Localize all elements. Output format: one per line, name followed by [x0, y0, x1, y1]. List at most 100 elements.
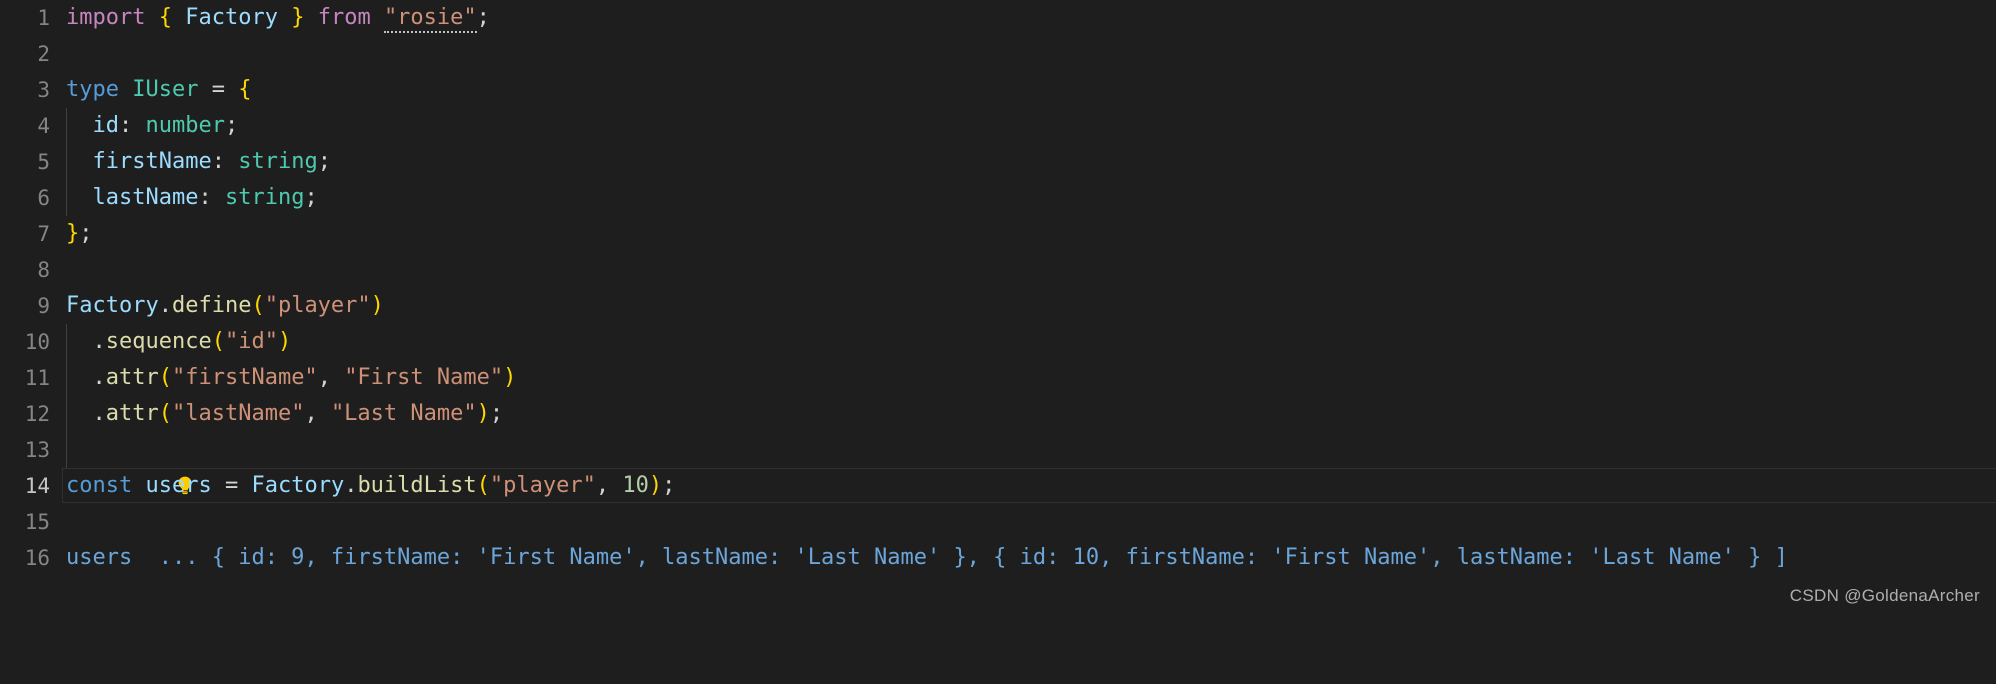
token-from-keyword: from [317, 5, 371, 30]
token-semicolon: ; [304, 185, 318, 210]
token-string-id: "id" [224, 329, 278, 354]
code-line[interactable]: 7 }; [0, 216, 1996, 252]
code-line[interactable]: 4 id: number; [0, 108, 1996, 144]
code-editor[interactable]: 1 import { Factory } from "rosie"; 2 3 t… [0, 0, 1996, 614]
token-factory-object: Factory [66, 293, 159, 318]
token-var-users: users [145, 473, 212, 498]
line-content: .attr("firstName", "First Name") [66, 360, 1996, 396]
line-number: 3 [37, 78, 50, 102]
code-line[interactable]: 13 [0, 432, 1996, 495]
code-line[interactable]: 2 [0, 36, 1996, 72]
token-colon: : [119, 113, 133, 138]
line-number: 14 [24, 474, 50, 498]
code-line[interactable]: 11 .attr("firstName", "First Name") [0, 360, 1996, 396]
token-import-keyword: import [66, 5, 146, 30]
token-paren-open: ( [251, 293, 265, 318]
token-factory-object: Factory [251, 473, 345, 498]
token-dot: . [92, 329, 106, 354]
line-number: 2 [37, 42, 50, 66]
token-dot: . [344, 473, 358, 498]
token-paren-close: ) [648, 473, 663, 498]
token-method-attr: attr [105, 401, 159, 426]
token-semicolon: ; [224, 113, 239, 138]
code-line[interactable]: 9 Factory.define("player") [0, 288, 1996, 324]
token-const-keyword: const [66, 473, 133, 498]
token-module-string: "rosie" [383, 5, 477, 33]
line-number: 9 [37, 294, 50, 318]
indent-guide [66, 432, 67, 468]
code-line[interactable]: 1 import { Factory } from "rosie"; [0, 0, 1996, 36]
line-content: lastName: string; [66, 180, 1996, 216]
token-brace-open: { [158, 5, 172, 30]
line-number: 8 [37, 258, 50, 282]
code-line[interactable]: 12 .attr("lastName", "Last Name"); [0, 396, 1996, 432]
token-equals: = [211, 77, 225, 102]
token-equals: = [224, 473, 239, 498]
line-content: .attr("lastName", "Last Name"); [66, 396, 1996, 432]
token-dot: . [92, 365, 106, 390]
token-semicolon: ; [662, 473, 676, 498]
token-comma: , [317, 365, 331, 390]
code-line-active[interactable]: 14 const users = Factory.buildList("play… [0, 468, 1996, 504]
token-property-id: id [92, 113, 120, 138]
token-colon: : [198, 185, 212, 210]
token-semicolon: ; [489, 401, 504, 426]
line-number: 15 [24, 510, 50, 534]
token-paren-open: ( [476, 473, 490, 498]
token-comma: , [304, 401, 318, 426]
token-paren-close: ) [370, 293, 384, 318]
token-method-sequence: sequence [105, 329, 212, 354]
line-number: 16 [24, 546, 50, 570]
token-dot: . [92, 401, 106, 426]
token-method-attr: attr [105, 365, 159, 390]
token-property-lastname: lastName [92, 185, 199, 210]
token-brace-open: { [238, 77, 252, 102]
line-number: 13 [24, 438, 50, 462]
token-method-define: define [171, 293, 252, 318]
inline-value-hint: ... { id: 9, firstName: 'First Name', la… [158, 545, 1788, 570]
line-content: Factory.define("player") [66, 288, 1996, 324]
token-string-player: "player" [264, 293, 371, 318]
token-semicolon: ; [79, 221, 93, 246]
line-number: 7 [37, 222, 50, 246]
token-semicolon: ; [476, 5, 490, 30]
token-property-firstname: firstName [92, 149, 212, 174]
code-line[interactable]: 10 .sequence("id") [0, 324, 1996, 360]
line-content: users ... { id: 9, firstName: 'First Nam… [66, 540, 1996, 576]
line-number: 1 [37, 6, 50, 30]
editor-content[interactable]: 1 import { Factory } from "rosie"; 2 3 t… [0, 0, 1996, 576]
line-number: 12 [24, 402, 50, 426]
token-string-last-name-value: "Last Name" [330, 401, 477, 426]
token-paren-open: ( [211, 329, 225, 354]
token-method-buildlist: buildList [357, 473, 477, 498]
code-line[interactable]: 5 firstName: string; [0, 144, 1996, 180]
token-paren-close: ) [503, 365, 517, 390]
token-type-string: string [238, 149, 318, 174]
lightbulb-quickfix-icon[interactable] [68, 438, 192, 495]
token-paren-close: ) [476, 401, 490, 426]
line-content: type IUser = { [66, 72, 1996, 108]
code-line[interactable]: 15 [0, 504, 1996, 540]
code-line[interactable]: 16 users ... { id: 9, firstName: 'First … [0, 540, 1996, 576]
line-number: 4 [37, 114, 50, 138]
token-paren-open: ( [158, 365, 172, 390]
token-string-lastname-key: "lastName" [171, 401, 305, 426]
token-string-first-name-value: "First Name" [344, 365, 504, 390]
code-line[interactable]: 3 type IUser = { [0, 72, 1996, 108]
line-content: id: number; [66, 108, 1996, 144]
line-number: 6 [37, 186, 50, 210]
token-factory-ident: Factory [185, 5, 278, 30]
code-line[interactable]: 6 lastName: string; [0, 180, 1996, 216]
token-string-firstname-key: "firstName" [171, 365, 318, 390]
code-line[interactable]: 8 [0, 252, 1996, 288]
